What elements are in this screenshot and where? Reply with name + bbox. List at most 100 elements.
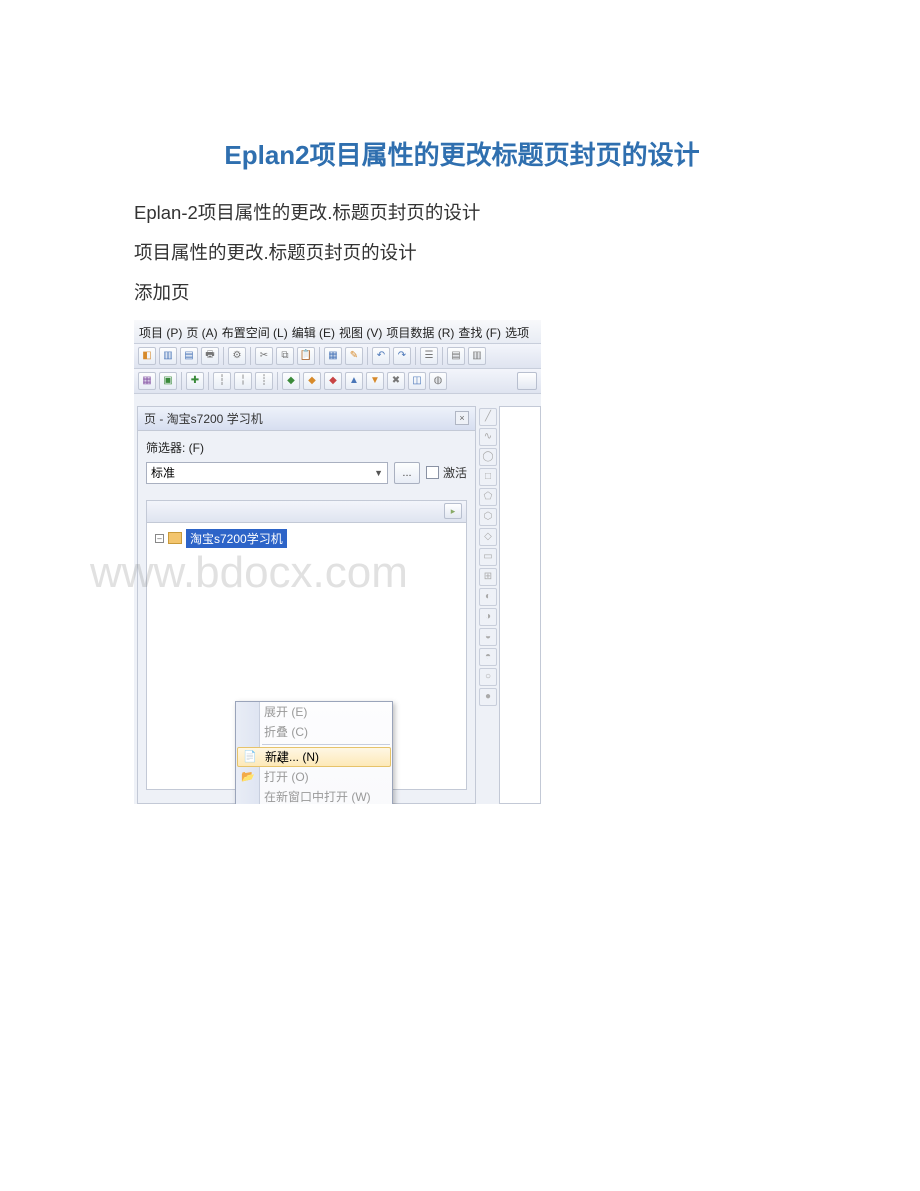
toolbar-row-2: ▦ ▣ ✚ ┆ ╎ ┊ ◆ ◆ ◆ ▲ ▼ ✖ ◫ ◍ bbox=[134, 369, 541, 394]
menu-page[interactable]: 页 (A) bbox=[185, 324, 218, 341]
filter-more-button[interactable]: ... bbox=[394, 462, 420, 484]
vtool-icon[interactable]: ⬠ bbox=[479, 488, 497, 506]
filter-dropdown[interactable]: 标准 ▼ bbox=[146, 462, 388, 484]
context-menu-item: 折叠 (C) bbox=[236, 722, 392, 742]
toolbar-icon[interactable]: ◍ bbox=[429, 372, 447, 390]
menu-project[interactable]: 项目 (P) bbox=[138, 324, 183, 341]
toolbar-icon[interactable]: ▣ bbox=[159, 372, 177, 390]
tree-toolbar: ▸ bbox=[147, 501, 466, 523]
context-menu: 展开 (E) 折叠 (C) 📄 新建... (N)↖📂打开 (O)在新窗口中打开 (W… bbox=[235, 701, 393, 804]
vtool-icon[interactable]: ▭ bbox=[479, 548, 497, 566]
paragraph-2: 项目属性的更改.标题页封页的设计 bbox=[134, 240, 790, 266]
toolbar-icon[interactable]: ▦ bbox=[138, 372, 156, 390]
menu-edit[interactable]: 编辑 (E) bbox=[291, 324, 336, 341]
vtool-icon[interactable]: □ bbox=[479, 468, 497, 486]
toolbar-icon[interactable]: ◧ bbox=[138, 347, 156, 365]
toolbar-icon[interactable]: ◆ bbox=[324, 372, 342, 390]
context-menu-item: 📂打开 (O) bbox=[236, 767, 392, 787]
menu-options[interactable]: 选项 bbox=[504, 324, 530, 341]
context-menu-item-icon: 📄 bbox=[243, 750, 257, 764]
context-menu-item-label: 折叠 (C) bbox=[264, 723, 308, 740]
toolbar-icon[interactable]: ▲ bbox=[345, 372, 363, 390]
vtool-icon[interactable]: ◓ bbox=[479, 648, 497, 666]
tree-item-label: 淘宝s7200学习机 bbox=[186, 529, 287, 548]
toolbar-icon[interactable]: ▤ bbox=[180, 347, 198, 365]
context-menu-item: 在新窗口中打开 (W) bbox=[236, 787, 392, 804]
menu-find[interactable]: 查找 (F) bbox=[457, 324, 502, 341]
toolbar-separator bbox=[367, 347, 368, 365]
cut-icon[interactable]: ✂ bbox=[255, 347, 273, 365]
menu-projectdata[interactable]: 项目数据 (R) bbox=[385, 324, 455, 341]
toolbar-overflow[interactable] bbox=[517, 372, 537, 390]
toolbar-icon[interactable]: ▤ bbox=[447, 347, 465, 365]
page-navigator-panel: 页 - 淘宝s7200 学习机 × 筛选器: (F) 标准 ▼ ... 激活 bbox=[137, 406, 476, 804]
context-menu-item[interactable]: 📄 新建... (N)↖ bbox=[237, 747, 391, 767]
toolbar-icon[interactable]: ◆ bbox=[303, 372, 321, 390]
tree-toolbar-icon[interactable]: ▸ bbox=[444, 503, 462, 519]
context-menu-item-label: 在新窗口中打开 (W) bbox=[264, 788, 371, 804]
toolbar-separator bbox=[442, 347, 443, 365]
activate-checkbox[interactable]: 激活 bbox=[426, 464, 467, 481]
toolbar-icon[interactable]: ▦ bbox=[324, 347, 342, 365]
paste-icon[interactable]: 📋 bbox=[297, 347, 315, 365]
toolbar-icon[interactable]: ✚ bbox=[186, 372, 204, 390]
menubar: 项目 (P) 页 (A) 布置空间 (L) 编辑 (E) 视图 (V) 项目数据… bbox=[134, 320, 541, 344]
toolbar-separator bbox=[181, 372, 182, 390]
menu-layout[interactable]: 布置空间 (L) bbox=[221, 324, 289, 341]
context-menu-item: 展开 (E) bbox=[236, 702, 392, 722]
toolbar-icon[interactable]: ⚙ bbox=[228, 347, 246, 365]
toolbar-icon[interactable]: ┊ bbox=[255, 372, 273, 390]
toolbar-icon[interactable]: ✖ bbox=[387, 372, 405, 390]
vtool-icon[interactable]: ◑ bbox=[479, 608, 497, 626]
vtool-icon[interactable]: ◇ bbox=[479, 528, 497, 546]
toolbar-separator bbox=[415, 347, 416, 365]
toolbar-icon[interactable]: ◫ bbox=[408, 372, 426, 390]
vtool-icon[interactable]: ◐ bbox=[479, 588, 497, 606]
panel-titlebar: 页 - 淘宝s7200 学习机 × bbox=[138, 407, 475, 431]
toolbar-icon[interactable]: ☰ bbox=[420, 347, 438, 365]
toolbar-icon[interactable]: ▥ bbox=[468, 347, 486, 365]
vtool-icon[interactable]: ◒ bbox=[479, 628, 497, 646]
context-menu-separator bbox=[262, 744, 390, 745]
context-menu-item-label: 新建... (N) bbox=[265, 748, 319, 765]
checkbox-icon bbox=[426, 466, 439, 479]
toolbar-icon[interactable]: 🖶 bbox=[201, 347, 219, 365]
vtool-icon[interactable]: ⬡ bbox=[479, 508, 497, 526]
vtool-icon[interactable]: ● bbox=[479, 688, 497, 706]
copy-icon[interactable]: ⧉ bbox=[276, 347, 294, 365]
vtool-icon[interactable]: ◯ bbox=[479, 448, 497, 466]
tree-panel: ▸ – 淘宝s7200学习机 展开 (E) 折叠 (C) 📄 新建... (N)↖📂打… bbox=[146, 500, 467, 790]
cursor-icon: ↖ bbox=[276, 754, 285, 767]
toolbar-icon[interactable]: ◆ bbox=[282, 372, 300, 390]
filter-label: 筛选器: (F) bbox=[146, 439, 467, 456]
undo-icon[interactable]: ↶ bbox=[372, 347, 390, 365]
vertical-toolbar: ╱ ∿ ◯ □ ⬠ ⬡ ◇ ▭ ⊞ ◐ ◑ ◒ ◓ ○ ● bbox=[477, 406, 497, 708]
document-title: Eplan2项目属性的更改标题页封页的设计 bbox=[134, 135, 790, 172]
toolbar-icon[interactable]: ▼ bbox=[366, 372, 384, 390]
paragraph-3: 添加页 bbox=[134, 280, 790, 306]
context-menu-item-label: 展开 (E) bbox=[264, 703, 307, 720]
toolbar-row-1: ◧ ▥ ▤ 🖶 ⚙ ✂ ⧉ 📋 ▦ ✎ ↶ ↷ ☰ ▤ ▥ bbox=[134, 344, 541, 369]
toolbar-icon[interactable]: ▥ bbox=[159, 347, 177, 365]
toolbar-separator bbox=[277, 372, 278, 390]
vtool-icon[interactable]: ╱ bbox=[479, 408, 497, 426]
panel-title: 页 - 淘宝s7200 学习机 bbox=[144, 410, 263, 427]
context-menu-item-icon: 📂 bbox=[241, 770, 255, 784]
panel-close-icon[interactable]: × bbox=[455, 411, 469, 425]
menu-view[interactable]: 视图 (V) bbox=[338, 324, 383, 341]
paragraph-1: Eplan-2项目属性的更改.标题页封页的设计 bbox=[134, 200, 790, 226]
tree-expand-icon[interactable]: – bbox=[155, 534, 164, 543]
context-menu-item-icon bbox=[241, 790, 255, 804]
toolbar-icon[interactable]: ┆ bbox=[213, 372, 231, 390]
drawing-canvas[interactable] bbox=[499, 406, 541, 804]
vtool-icon[interactable]: ∿ bbox=[479, 428, 497, 446]
toolbar-separator bbox=[208, 372, 209, 390]
toolbar-icon[interactable]: ╎ bbox=[234, 372, 252, 390]
vtool-icon[interactable]: ○ bbox=[479, 668, 497, 686]
chevron-down-icon: ▼ bbox=[374, 468, 383, 478]
tree-row[interactable]: – 淘宝s7200学习机 bbox=[155, 529, 458, 548]
vtool-icon[interactable]: ⊞ bbox=[479, 568, 497, 586]
toolbar-icon[interactable]: ✎ bbox=[345, 347, 363, 365]
redo-icon[interactable]: ↷ bbox=[393, 347, 411, 365]
context-menu-item-icon bbox=[241, 725, 255, 739]
